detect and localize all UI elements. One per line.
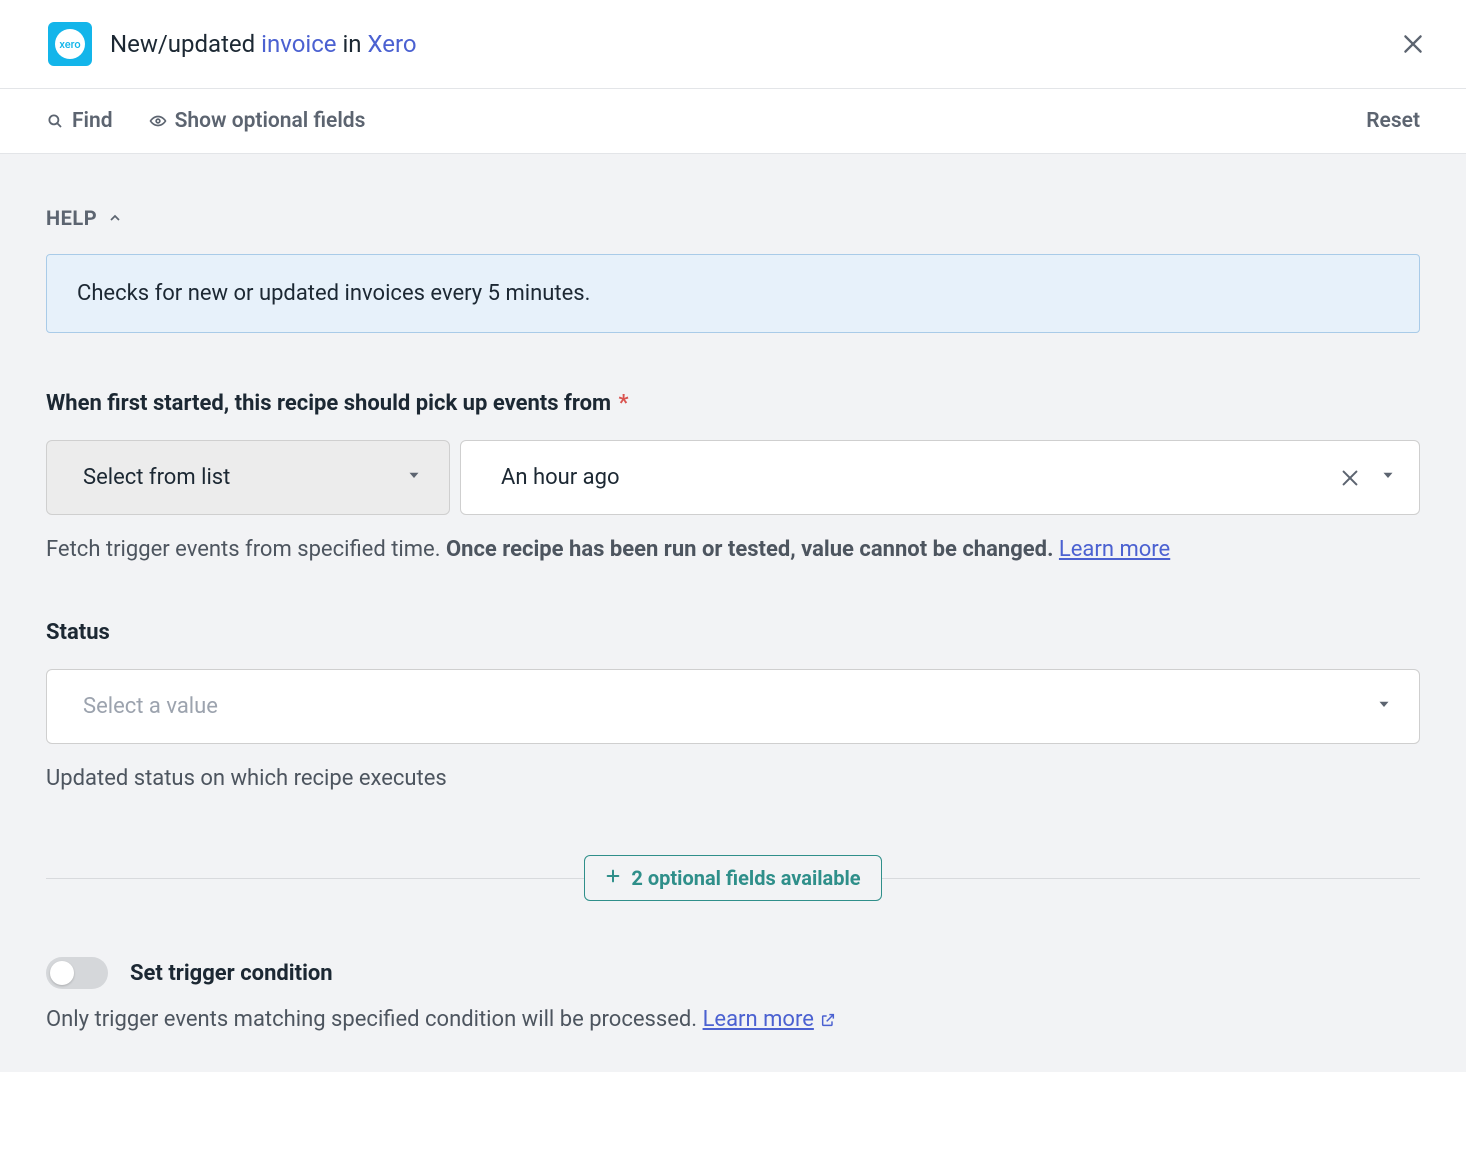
status-select[interactable]: Select a value xyxy=(46,669,1420,744)
since-learn-more-link[interactable]: Learn more xyxy=(1059,537,1170,562)
divider-line xyxy=(46,878,584,879)
find-label: Find xyxy=(72,109,113,133)
trigger-condition-row: Set trigger condition xyxy=(46,957,1420,989)
chevron-up-icon xyxy=(107,210,123,226)
trigger-learn-more-text: Learn more xyxy=(703,1007,814,1032)
trigger-learn-more-link[interactable]: Learn more xyxy=(703,1007,836,1032)
since-value-text: An hour ago xyxy=(501,465,620,490)
show-optional-button[interactable]: Show optional fields xyxy=(149,109,366,133)
optional-fields-label: 2 optional fields available xyxy=(631,866,860,890)
caret-down-icon xyxy=(1379,465,1397,490)
title-mid: in xyxy=(337,30,368,58)
since-helper-plain: Fetch trigger events from specified time… xyxy=(46,537,446,562)
since-value-select[interactable]: An hour ago xyxy=(460,440,1420,515)
trigger-helper: Only trigger events matching specified c… xyxy=(46,1007,1420,1032)
toolbar-left: Find Show optional fields xyxy=(46,109,365,133)
search-icon xyxy=(46,112,64,130)
field-status: Status Select a value Updated status on … xyxy=(46,620,1420,791)
show-optional-label: Show optional fields xyxy=(175,109,366,133)
find-button[interactable]: Find xyxy=(46,109,113,133)
x-icon xyxy=(1339,467,1361,489)
xero-app-icon: xero xyxy=(48,22,92,66)
field-since-label-text: When first started, this recipe should p… xyxy=(46,391,611,416)
trigger-condition-toggle[interactable] xyxy=(46,957,108,989)
page-title: New/updated invoice in Xero xyxy=(110,30,417,58)
trigger-condition-label: Set trigger condition xyxy=(130,961,333,986)
header-bar: xero New/updated invoice in Xero xyxy=(0,0,1466,89)
clear-since-button[interactable] xyxy=(1339,467,1361,489)
trigger-helper-text: Only trigger events matching specified c… xyxy=(46,1007,703,1032)
since-helper-bold: Once recipe has been run or tested, valu… xyxy=(446,537,1054,562)
help-label-text: HELP xyxy=(46,206,97,230)
help-section-toggle[interactable]: HELP xyxy=(46,206,1420,230)
title-prefix: New/updated xyxy=(110,30,261,58)
field-since-label: When first started, this recipe should p… xyxy=(46,391,1420,416)
reset-button[interactable]: Reset xyxy=(1366,109,1420,133)
since-mode-select[interactable]: Select from list xyxy=(46,440,450,515)
since-value-actions xyxy=(1339,465,1397,490)
close-icon xyxy=(1400,31,1426,57)
field-since: When first started, this recipe should p… xyxy=(46,391,1420,562)
header-left: xero New/updated invoice in Xero xyxy=(48,22,417,66)
divider-line xyxy=(882,878,1420,879)
since-mode-label: Select from list xyxy=(83,465,230,490)
caret-down-icon xyxy=(405,465,423,490)
field-status-label: Status xyxy=(46,620,1420,645)
help-text: Checks for new or updated invoices every… xyxy=(77,281,590,306)
optional-fields-button[interactable]: 2 optional fields available xyxy=(584,855,881,901)
external-link-icon xyxy=(820,1012,836,1028)
status-placeholder: Select a value xyxy=(83,694,218,719)
close-button[interactable] xyxy=(1400,31,1426,57)
optional-fields-divider: 2 optional fields available xyxy=(46,855,1420,901)
help-box: Checks for new or updated invoices every… xyxy=(46,254,1420,333)
title-invoice-link[interactable]: invoice xyxy=(261,30,336,58)
required-asterisk: * xyxy=(619,391,629,416)
eye-icon xyxy=(149,112,167,130)
plus-icon xyxy=(605,868,621,889)
caret-down-icon xyxy=(1375,694,1393,719)
toggle-knob xyxy=(50,961,74,985)
title-xero-link[interactable]: Xero xyxy=(368,30,417,58)
content-area: HELP Checks for new or updated invoices … xyxy=(0,154,1466,1072)
field-since-helper: Fetch trigger events from specified time… xyxy=(46,537,1420,562)
field-since-row: Select from list An hour ago xyxy=(46,440,1420,515)
field-status-helper: Updated status on which recipe executes xyxy=(46,766,1420,791)
toolbar: Find Show optional fields Reset xyxy=(0,89,1466,154)
xero-icon-label: xero xyxy=(55,29,85,59)
